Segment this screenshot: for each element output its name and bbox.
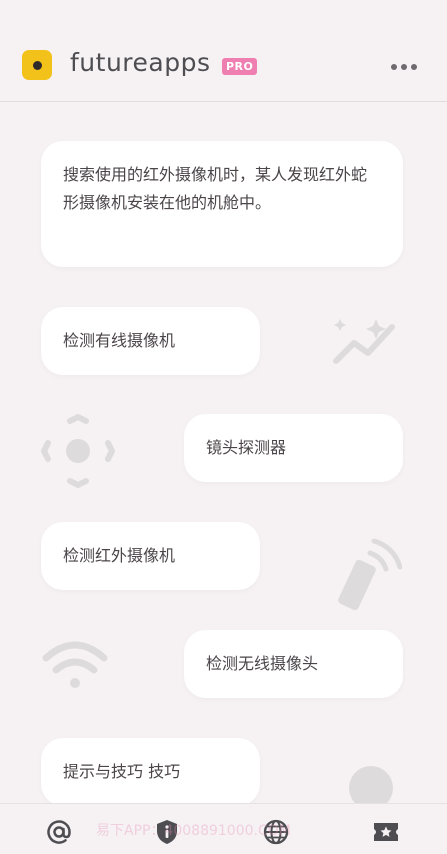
wifi-icon — [42, 641, 108, 688]
watermark-text: 易下APP：4008891000.COM — [96, 823, 291, 839]
clock-icon — [349, 766, 393, 803]
option-infrared-camera[interactable]: 检测红外摄像机 — [41, 522, 260, 590]
option-tips[interactable]: 提示与技巧 技巧 — [41, 738, 260, 803]
focus-target-icon — [41, 414, 115, 488]
option-lens-detector[interactable]: 镜头探测器 — [184, 414, 403, 482]
more-menu-button[interactable] — [388, 58, 420, 76]
info-text: 搜索使用的红外摄像机时，某人发现红外蛇形摄像机安装在他的机舱中。 — [63, 165, 368, 212]
more-dots-icon — [391, 64, 397, 70]
option-wired-camera[interactable]: 检测有线摄像机 — [41, 307, 260, 375]
ticket-star-icon[interactable] — [372, 818, 400, 846]
option-label: 检测红外摄像机 — [63, 546, 176, 565]
app-brand: futureapps — [70, 48, 211, 77]
sparkle-chart-icon — [333, 319, 395, 364]
option-label: 镜头探测器 — [206, 438, 287, 457]
option-label: 提示与技巧 技巧 — [63, 762, 181, 781]
status-bar — [0, 0, 447, 32]
app-header: futureapps PRO — [0, 32, 447, 102]
option-wireless-camera[interactable]: 检测无线摄像头 — [184, 630, 403, 698]
info-card: 搜索使用的红外摄像机时，某人发现红外蛇形摄像机安装在他的机舱中。 — [41, 141, 403, 267]
remote-signal-icon — [338, 538, 402, 611]
option-label: 检测无线摄像头 — [206, 654, 319, 673]
main-content: 搜索使用的红外摄像机时，某人发现红外蛇形摄像机安装在他的机舱中。 检测有线摄像机… — [0, 103, 447, 803]
option-label: 检测有线摄像机 — [63, 331, 176, 350]
pro-badge: PRO — [222, 58, 258, 75]
at-icon[interactable] — [45, 818, 73, 846]
camera-lens-icon — [22, 50, 52, 80]
